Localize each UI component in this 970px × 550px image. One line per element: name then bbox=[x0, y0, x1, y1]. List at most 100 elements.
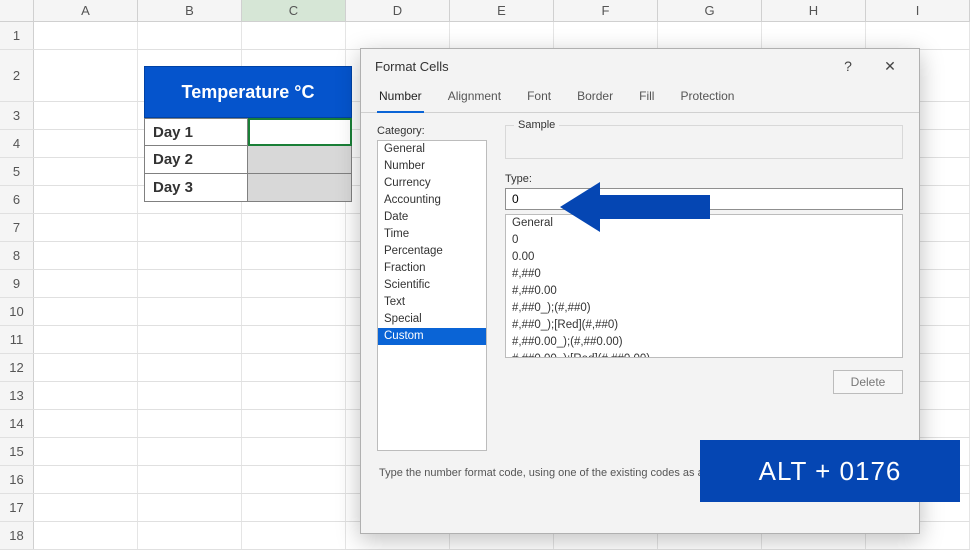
column-header-C[interactable]: C bbox=[242, 0, 346, 21]
merged-header-cell[interactable]: Temperature °C bbox=[144, 66, 352, 118]
row-header-7[interactable]: 7 bbox=[0, 214, 34, 241]
cell[interactable] bbox=[658, 22, 762, 49]
row-header-9[interactable]: 9 bbox=[0, 270, 34, 297]
format-item[interactable]: #,##0_);[Red](#,##0) bbox=[506, 317, 902, 334]
cell[interactable] bbox=[34, 298, 138, 325]
format-item[interactable]: #,##0 bbox=[506, 266, 902, 283]
cell[interactable] bbox=[242, 214, 346, 241]
category-item[interactable]: Percentage bbox=[378, 243, 486, 260]
cell[interactable] bbox=[242, 382, 346, 409]
cell[interactable] bbox=[242, 354, 346, 381]
day-label[interactable]: Day 2 bbox=[144, 146, 248, 174]
cell[interactable] bbox=[138, 22, 242, 49]
cell[interactable] bbox=[138, 382, 242, 409]
cell[interactable] bbox=[34, 270, 138, 297]
tab-protection[interactable]: Protection bbox=[678, 83, 736, 112]
column-header-B[interactable]: B bbox=[138, 0, 242, 21]
row-header-6[interactable]: 6 bbox=[0, 186, 34, 213]
row-header-3[interactable]: 3 bbox=[0, 102, 34, 129]
cell[interactable] bbox=[138, 438, 242, 465]
format-item[interactable]: 0.00 bbox=[506, 249, 902, 266]
temperature-cell[interactable] bbox=[248, 118, 352, 146]
cell[interactable] bbox=[138, 354, 242, 381]
row-header-15[interactable]: 15 bbox=[0, 438, 34, 465]
category-item[interactable]: Custom bbox=[378, 328, 486, 345]
category-item[interactable]: Special bbox=[378, 311, 486, 328]
row-header-10[interactable]: 10 bbox=[0, 298, 34, 325]
type-input[interactable] bbox=[505, 188, 903, 210]
cell[interactable] bbox=[138, 326, 242, 353]
cell[interactable] bbox=[242, 494, 346, 521]
cell[interactable] bbox=[34, 130, 138, 157]
close-button[interactable]: ✕ bbox=[869, 52, 911, 80]
column-header-H[interactable]: H bbox=[762, 0, 866, 21]
temperature-cell[interactable] bbox=[248, 174, 352, 202]
format-item[interactable]: General bbox=[506, 215, 902, 232]
format-item[interactable]: 0 bbox=[506, 232, 902, 249]
cell[interactable] bbox=[242, 298, 346, 325]
cell[interactable] bbox=[242, 438, 346, 465]
category-item[interactable]: Accounting bbox=[378, 192, 486, 209]
cell[interactable] bbox=[242, 22, 346, 49]
cell[interactable] bbox=[242, 270, 346, 297]
cell[interactable] bbox=[346, 22, 450, 49]
cell[interactable] bbox=[138, 242, 242, 269]
cell[interactable] bbox=[34, 102, 138, 129]
cell[interactable] bbox=[34, 522, 138, 549]
category-item[interactable]: Date bbox=[378, 209, 486, 226]
cell[interactable] bbox=[34, 494, 138, 521]
format-item[interactable]: #,##0.00_);[Red](#,##0.00) bbox=[506, 351, 902, 358]
cell[interactable] bbox=[34, 22, 138, 49]
row-header-16[interactable]: 16 bbox=[0, 466, 34, 493]
tab-number[interactable]: Number bbox=[377, 83, 424, 113]
help-button[interactable]: ? bbox=[827, 52, 869, 80]
format-item[interactable]: #,##0.00_);(#,##0.00) bbox=[506, 334, 902, 351]
row-header-8[interactable]: 8 bbox=[0, 242, 34, 269]
cell[interactable] bbox=[242, 410, 346, 437]
row-header-18[interactable]: 18 bbox=[0, 522, 34, 549]
row-header-5[interactable]: 5 bbox=[0, 158, 34, 185]
format-item[interactable]: #,##0_);(#,##0) bbox=[506, 300, 902, 317]
cell[interactable] bbox=[762, 22, 866, 49]
category-item[interactable]: General bbox=[378, 141, 486, 158]
cell[interactable] bbox=[450, 22, 554, 49]
cell[interactable] bbox=[554, 22, 658, 49]
category-item[interactable]: Currency bbox=[378, 175, 486, 192]
cell[interactable] bbox=[34, 466, 138, 493]
category-item[interactable]: Number bbox=[378, 158, 486, 175]
row-header-14[interactable]: 14 bbox=[0, 410, 34, 437]
column-header-G[interactable]: G bbox=[658, 0, 762, 21]
cell[interactable] bbox=[34, 214, 138, 241]
cell[interactable] bbox=[34, 186, 138, 213]
tab-border[interactable]: Border bbox=[575, 83, 615, 112]
column-header-F[interactable]: F bbox=[554, 0, 658, 21]
cell[interactable] bbox=[866, 22, 970, 49]
cell[interactable] bbox=[34, 50, 138, 101]
tab-alignment[interactable]: Alignment bbox=[446, 83, 503, 112]
format-item[interactable]: #,##0.00 bbox=[506, 283, 902, 300]
row-header-11[interactable]: 11 bbox=[0, 326, 34, 353]
row-header-1[interactable]: 1 bbox=[0, 22, 34, 49]
cell[interactable] bbox=[138, 298, 242, 325]
row-header-17[interactable]: 17 bbox=[0, 494, 34, 521]
cell[interactable] bbox=[34, 410, 138, 437]
cell[interactable] bbox=[34, 326, 138, 353]
tab-font[interactable]: Font bbox=[525, 83, 553, 112]
cell[interactable] bbox=[242, 326, 346, 353]
column-header-I[interactable]: I bbox=[866, 0, 970, 21]
day-label[interactable]: Day 3 bbox=[144, 174, 248, 202]
tab-fill[interactable]: Fill bbox=[637, 83, 656, 112]
row-header-4[interactable]: 4 bbox=[0, 130, 34, 157]
category-item[interactable]: Time bbox=[378, 226, 486, 243]
cell[interactable] bbox=[138, 270, 242, 297]
cell[interactable] bbox=[34, 242, 138, 269]
cell[interactable] bbox=[138, 214, 242, 241]
format-list[interactable]: General00.00#,##0#,##0.00#,##0_);(#,##0)… bbox=[505, 214, 903, 358]
cell[interactable] bbox=[242, 242, 346, 269]
category-item[interactable]: Text bbox=[378, 294, 486, 311]
column-header-D[interactable]: D bbox=[346, 0, 450, 21]
column-header-E[interactable]: E bbox=[450, 0, 554, 21]
cell[interactable] bbox=[138, 466, 242, 493]
day-label[interactable]: Day 1 bbox=[144, 118, 248, 146]
cell[interactable] bbox=[138, 522, 242, 549]
